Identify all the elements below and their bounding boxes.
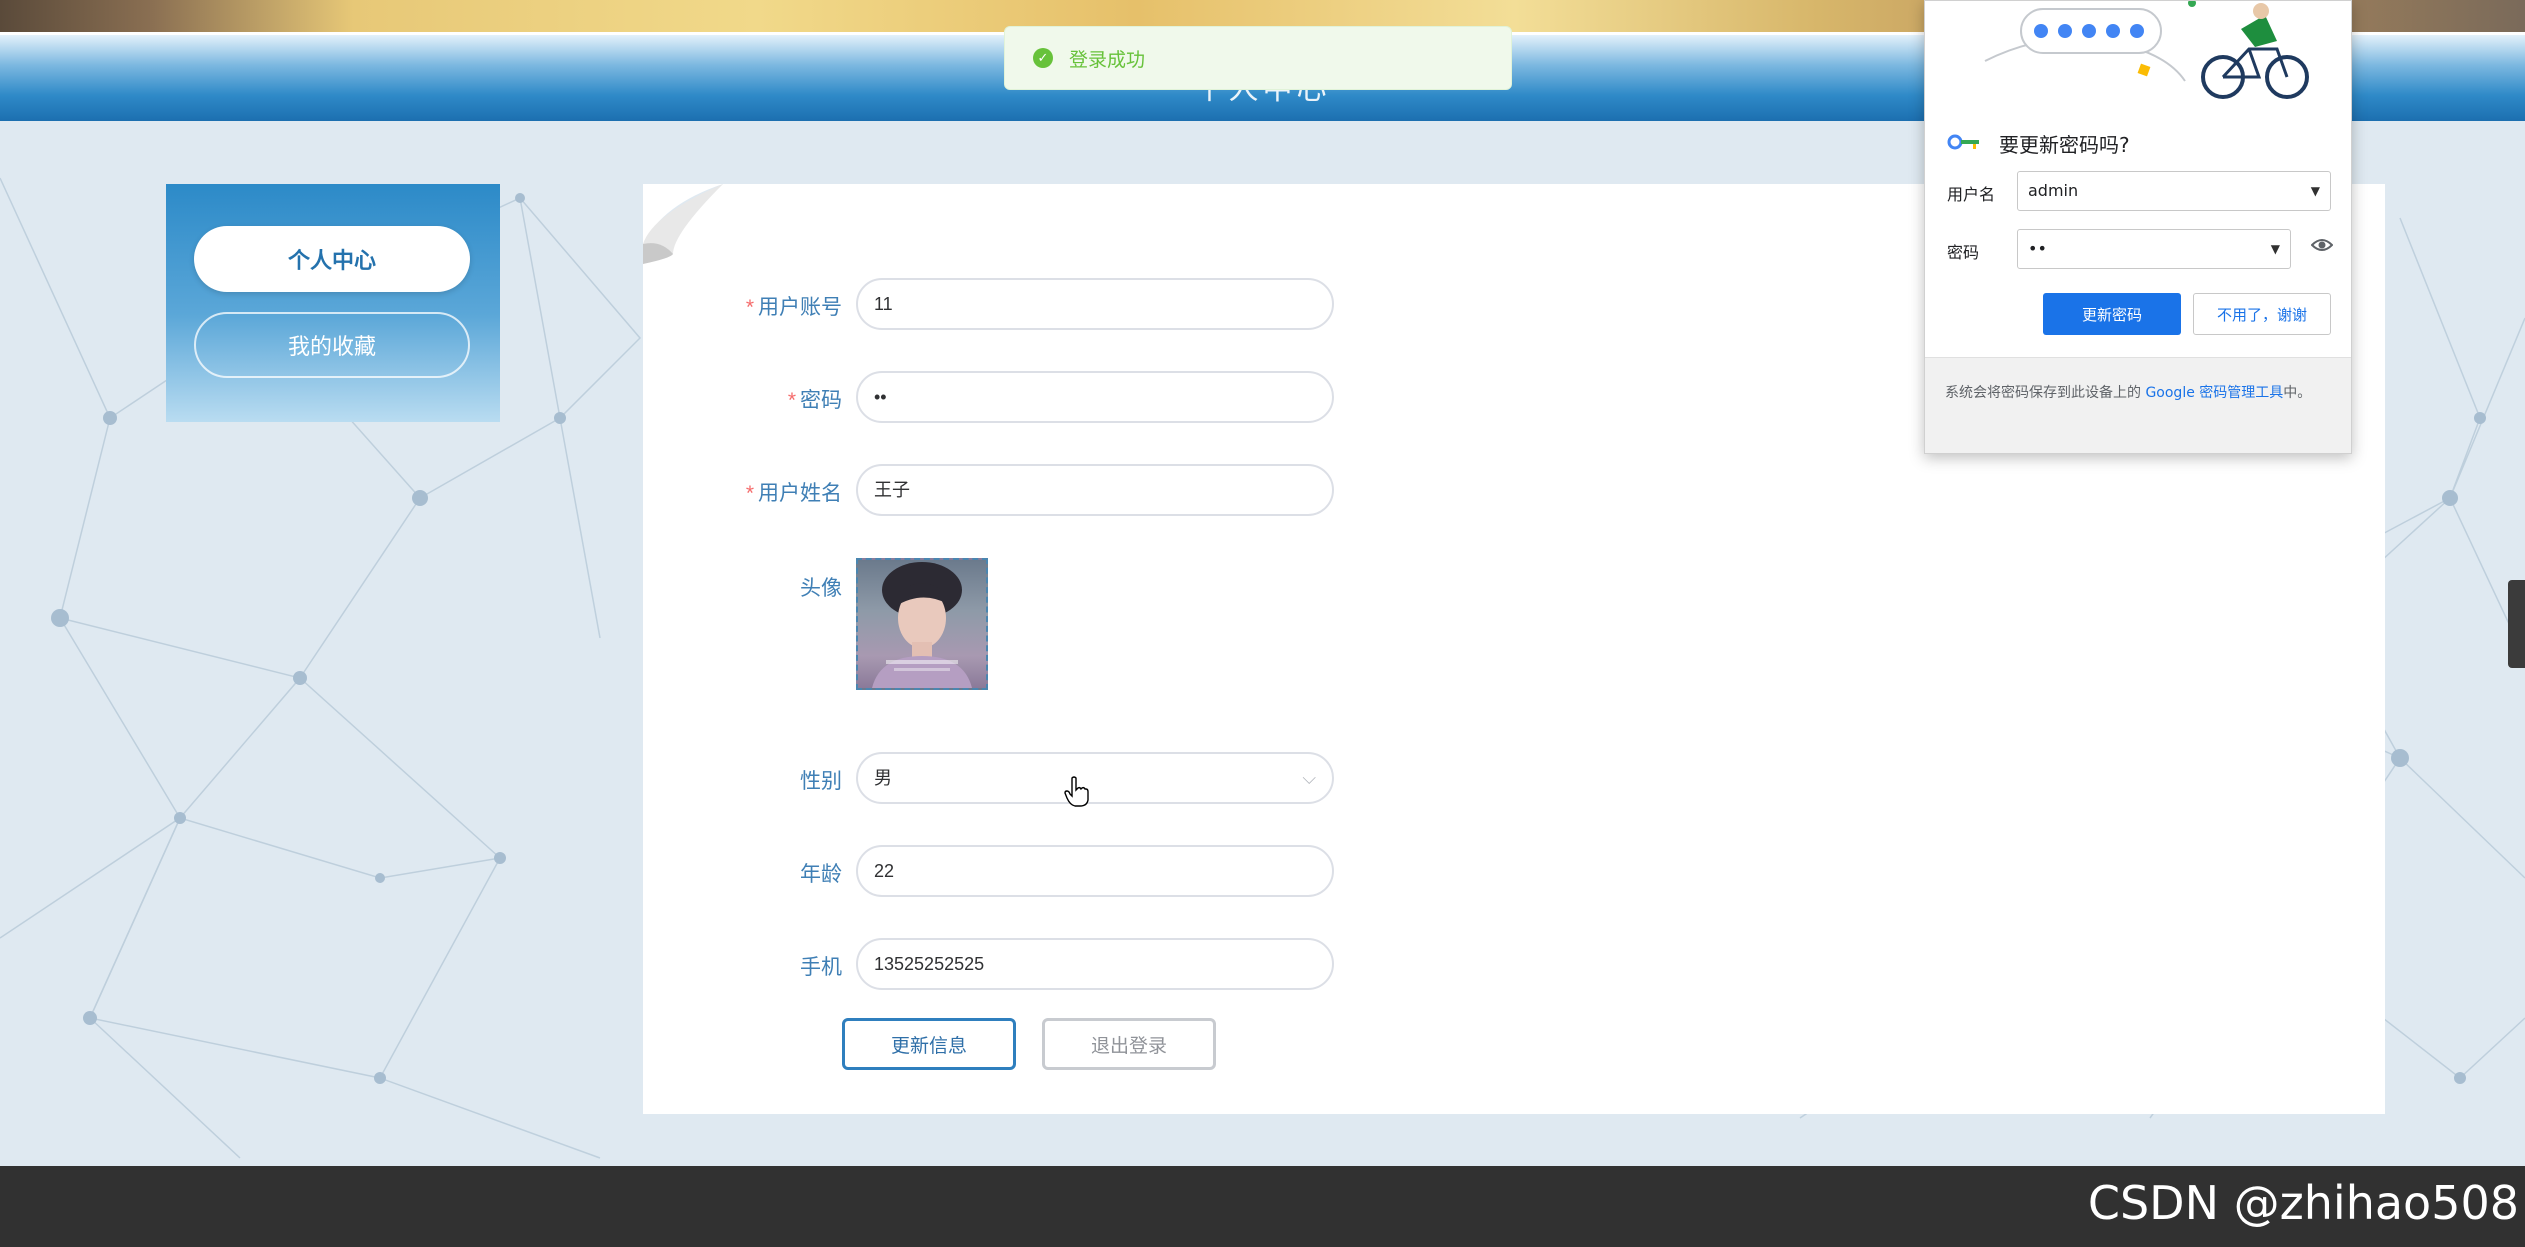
popup-password-select[interactable]: •• ▼ xyxy=(2017,229,2291,269)
gender-select[interactable]: 男 ⌵ xyxy=(856,752,1334,804)
watermark: CSDN @zhihao508 xyxy=(2087,1176,2519,1230)
caret-down-icon: ▼ xyxy=(2270,242,2280,256)
page-curl-decoration xyxy=(643,184,723,264)
avatar-label: 头像 xyxy=(800,577,842,600)
chevron-down-icon: ⌵ xyxy=(1302,768,1316,788)
update-info-button[interactable]: 更新信息 xyxy=(842,1018,1016,1070)
sidebar-item-favorites[interactable]: 我的收藏 xyxy=(194,312,470,378)
password-input[interactable]: •• xyxy=(856,371,1334,423)
side-drawer-tab[interactable] xyxy=(2508,580,2525,668)
key-icon xyxy=(1947,134,1979,150)
account-label: * 用户账号 xyxy=(745,296,842,319)
popup-footer: 系统会将密码保存到此设备上的 Google 密码管理工具中。 xyxy=(1925,357,2351,453)
popup-username-label: 用户名 xyxy=(1947,185,1996,204)
popup-password-label: 密码 xyxy=(1947,243,1980,262)
hand-cursor-icon xyxy=(1064,776,1089,807)
no-thanks-button[interactable]: 不用了，谢谢 xyxy=(2193,293,2331,335)
avatar-image xyxy=(872,562,972,688)
age-label: 年龄 xyxy=(800,863,842,886)
check-circle-icon: ✓ xyxy=(1033,48,1053,68)
account-input[interactable]: 11 xyxy=(856,278,1334,330)
popup-title: 要更新密码吗? xyxy=(1999,133,2130,157)
name-label: * 用户姓名 xyxy=(745,482,842,505)
age-input[interactable]: 22 xyxy=(856,845,1334,897)
sidebar: 个人中心 我的收藏 xyxy=(166,184,500,422)
name-input[interactable]: 王子 xyxy=(856,464,1334,516)
sidebar-item-profile[interactable]: 个人中心 xyxy=(194,226,470,292)
update-password-button[interactable]: 更新密码 xyxy=(2043,293,2181,335)
password-manager-link[interactable]: Google 密码管理工具 xyxy=(2145,385,2283,401)
phone-input[interactable]: 13525252525 xyxy=(856,938,1334,990)
password-update-popup: 要更新密码吗? 用户名 admin ▼ 密码 •• ▼ 更新密码 不用了，谢谢 … xyxy=(1924,0,2352,454)
password-label: * 密码 xyxy=(787,389,842,412)
gender-label: 性别 xyxy=(800,770,842,793)
phone-label: 手机 xyxy=(800,956,842,979)
caret-down-icon: ▼ xyxy=(2310,184,2320,198)
logout-button[interactable]: 退出登录 xyxy=(1042,1018,1216,1070)
popup-username-select[interactable]: admin ▼ xyxy=(2017,171,2331,211)
cyclist-illustration xyxy=(1984,1,2309,99)
success-toast: ✓ 登录成功 xyxy=(1004,26,1512,90)
avatar-upload[interactable] xyxy=(856,558,988,690)
toast-message: 登录成功 xyxy=(1069,49,1146,71)
eye-icon[interactable] xyxy=(2311,237,2333,253)
